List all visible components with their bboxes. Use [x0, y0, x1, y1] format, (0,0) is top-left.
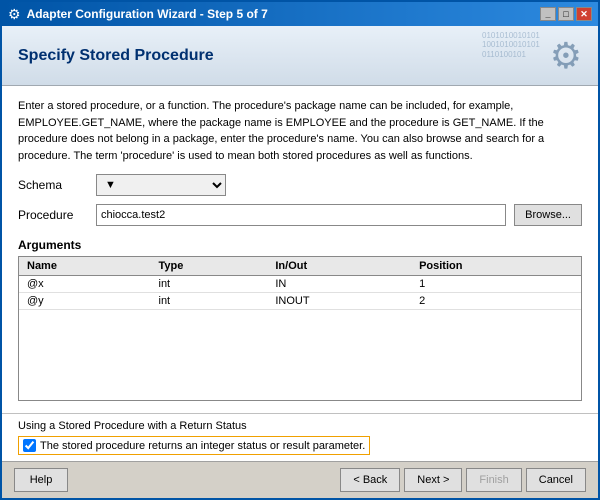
gear-icon: ⚙: [550, 35, 582, 77]
window-icon: ⚙: [8, 6, 21, 23]
return-status-checkbox[interactable]: [23, 439, 36, 452]
schema-label: Schema: [18, 178, 88, 192]
title-bar: ⚙ Adapter Configuration Wizard - Step 5 …: [2, 2, 598, 26]
help-button[interactable]: Help: [14, 468, 68, 492]
procedure-label: Procedure: [18, 208, 88, 222]
checkbox-row: The stored procedure returns an integer …: [18, 436, 582, 455]
arguments-label: Arguments: [18, 238, 582, 252]
checkbox-label: The stored procedure returns an integer …: [40, 440, 365, 452]
procedure-input[interactable]: [96, 204, 506, 226]
args-data-table: Name Type In/Out Position @x int IN 1 @y…: [19, 257, 581, 310]
cell-inout: INOUT: [267, 293, 411, 310]
main-content: Enter a stored procedure, or a function.…: [2, 86, 598, 413]
bg-text: 010101001010110010100101010110100101: [482, 31, 542, 60]
table-row: @x int IN 1: [19, 276, 581, 293]
window-title: Adapter Configuration Wizard - Step 5 of…: [27, 7, 534, 21]
minimize-button[interactable]: _: [540, 7, 556, 21]
cancel-button[interactable]: Cancel: [526, 468, 586, 492]
col-position: Position: [411, 257, 581, 276]
table-row: @y int INOUT 2: [19, 293, 581, 310]
footer-section: Using a Stored Procedure with a Return S…: [2, 413, 598, 461]
col-type: Type: [151, 257, 268, 276]
return-status-label: Using a Stored Procedure with a Return S…: [18, 420, 582, 432]
arguments-section: Arguments Name Type In/Out Position @x i…: [18, 238, 582, 401]
col-name: Name: [19, 257, 151, 276]
browse-button[interactable]: Browse...: [514, 204, 582, 226]
cell-type: int: [151, 293, 268, 310]
procedure-row: Procedure Browse...: [18, 204, 582, 226]
cell-position: 1: [411, 276, 581, 293]
description-text: Enter a stored procedure, or a function.…: [18, 98, 582, 164]
header-graphic: 010101001010110010100101010110100101 ⚙: [482, 31, 582, 81]
maximize-button[interactable]: □: [558, 7, 574, 21]
cell-inout: IN: [267, 276, 411, 293]
cell-position: 2: [411, 293, 581, 310]
navigation-buttons: < Back Next > Finish Cancel: [340, 468, 586, 492]
arguments-table: Name Type In/Out Position @x int IN 1 @y…: [18, 256, 582, 401]
col-inout: In/Out: [267, 257, 411, 276]
close-button[interactable]: ✕: [576, 7, 592, 21]
wizard-window: ⚙ Adapter Configuration Wizard - Step 5 …: [0, 0, 600, 500]
next-button[interactable]: Next >: [404, 468, 462, 492]
schema-row: Schema ▼: [18, 174, 582, 196]
header-section: Specify Stored Procedure 010101001010110…: [2, 26, 598, 86]
cell-type: int: [151, 276, 268, 293]
back-button[interactable]: < Back: [340, 468, 400, 492]
title-bar-buttons: _ □ ✕: [540, 7, 592, 21]
cell-name: @y: [19, 293, 151, 310]
schema-select[interactable]: ▼: [96, 174, 226, 196]
finish-button[interactable]: Finish: [466, 468, 521, 492]
page-title: Specify Stored Procedure: [18, 47, 214, 65]
bottom-buttons: Help < Back Next > Finish Cancel: [2, 461, 598, 498]
cell-name: @x: [19, 276, 151, 293]
checkbox-highlight: The stored procedure returns an integer …: [18, 436, 370, 455]
